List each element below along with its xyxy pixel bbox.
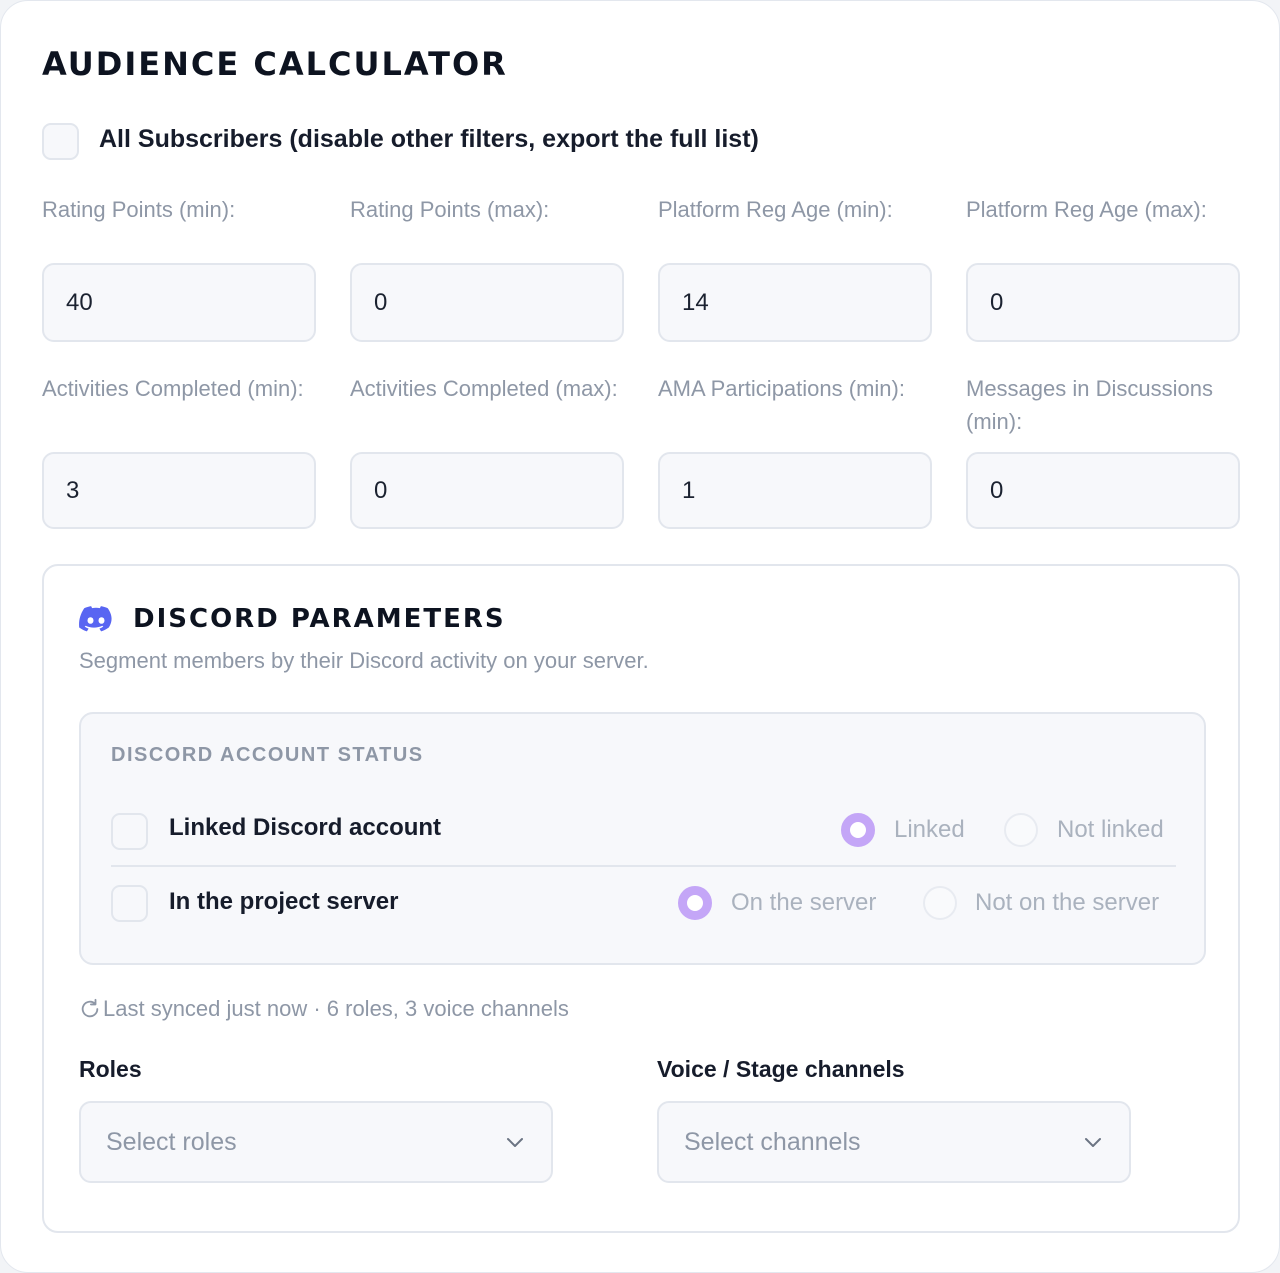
not-linked-radio[interactable] bbox=[1004, 813, 1038, 847]
rating-points-min-input[interactable]: 40 bbox=[42, 263, 316, 342]
not-linked-radio-label: Not linked bbox=[1057, 816, 1164, 843]
discord-parameters-title: DISCORD PARAMETERS bbox=[133, 604, 506, 634]
sync-status: Last synced just now · 6 roles, 3 voice … bbox=[79, 996, 569, 1022]
discord-account-status-heading: DISCORD ACCOUNT STATUS bbox=[111, 744, 424, 766]
channels-select-placeholder: Select channels bbox=[684, 1127, 861, 1156]
in-project-server-label: In the project server bbox=[169, 888, 399, 915]
platform-reg-age-max-label: Platform Reg Age (max): bbox=[966, 197, 1207, 222]
chevron-down-icon bbox=[1085, 1138, 1101, 1147]
messages-in-discussions-min-label: Messages in Discussions (min): bbox=[966, 376, 1213, 434]
discord-parameters-section: DISCORD PARAMETERS Segment members by th… bbox=[42, 564, 1240, 1233]
chevron-down-icon bbox=[507, 1138, 523, 1147]
linked-discord-account-label: Linked Discord account bbox=[169, 814, 442, 841]
activities-completed-max-label: Activities Completed (max): bbox=[350, 376, 618, 401]
on-the-server-radio-label: On the server bbox=[731, 889, 877, 916]
discord-account-status-panel: DISCORD ACCOUNT STATUS Linked Discord ac… bbox=[79, 712, 1206, 965]
not-on-the-server-radio-label: Not on the server bbox=[975, 889, 1160, 916]
platform-reg-age-min-label: Platform Reg Age (min): bbox=[658, 197, 893, 222]
linked-radio-label: Linked bbox=[894, 816, 965, 843]
all-subscribers-label: All Subscribers (disable other filters, … bbox=[99, 125, 759, 153]
rating-points-max-label: Rating Points (max): bbox=[350, 197, 550, 222]
refresh-icon[interactable] bbox=[79, 998, 101, 1020]
platform-reg-age-min-input[interactable]: 14 bbox=[658, 263, 932, 342]
discord-parameters-subtitle: Segment members by their Discord activit… bbox=[79, 648, 649, 673]
status-divider bbox=[111, 865, 1176, 867]
messages-in-discussions-min-input[interactable]: 0 bbox=[966, 452, 1240, 529]
roles-select-placeholder: Select roles bbox=[106, 1127, 237, 1156]
voice-stage-channels-label: Voice / Stage channels bbox=[657, 1056, 905, 1082]
linked-discord-account-checkbox[interactable] bbox=[111, 813, 148, 850]
linked-radio[interactable] bbox=[841, 813, 875, 847]
on-the-server-radio[interactable] bbox=[678, 886, 712, 920]
ama-participations-min-input[interactable]: 1 bbox=[658, 452, 932, 529]
not-on-the-server-radio[interactable] bbox=[923, 886, 957, 920]
roles-select[interactable]: Select roles bbox=[79, 1101, 553, 1183]
audience-calculator-card: AUDIENCE CALCULATOR All Subscribers (dis… bbox=[0, 0, 1280, 1273]
all-subscribers-checkbox[interactable] bbox=[42, 123, 79, 160]
activities-completed-max-input[interactable]: 0 bbox=[350, 452, 624, 529]
activities-completed-min-label: Activities Completed (min): bbox=[42, 376, 304, 401]
page-title: AUDIENCE CALCULATOR bbox=[42, 45, 508, 83]
in-project-server-checkbox[interactable] bbox=[111, 885, 148, 922]
ama-participations-min-label: AMA Participations (min): bbox=[658, 376, 905, 401]
activities-completed-min-input[interactable]: 3 bbox=[42, 452, 316, 529]
channels-select[interactable]: Select channels bbox=[657, 1101, 1131, 1183]
roles-label: Roles bbox=[79, 1056, 142, 1082]
platform-reg-age-max-input[interactable]: 0 bbox=[966, 263, 1240, 342]
rating-points-max-input[interactable]: 0 bbox=[350, 263, 624, 342]
discord-icon bbox=[79, 606, 112, 632]
sync-status-text: Last synced just now · 6 roles, 3 voice … bbox=[103, 996, 569, 1021]
rating-points-min-label: Rating Points (min): bbox=[42, 197, 236, 222]
